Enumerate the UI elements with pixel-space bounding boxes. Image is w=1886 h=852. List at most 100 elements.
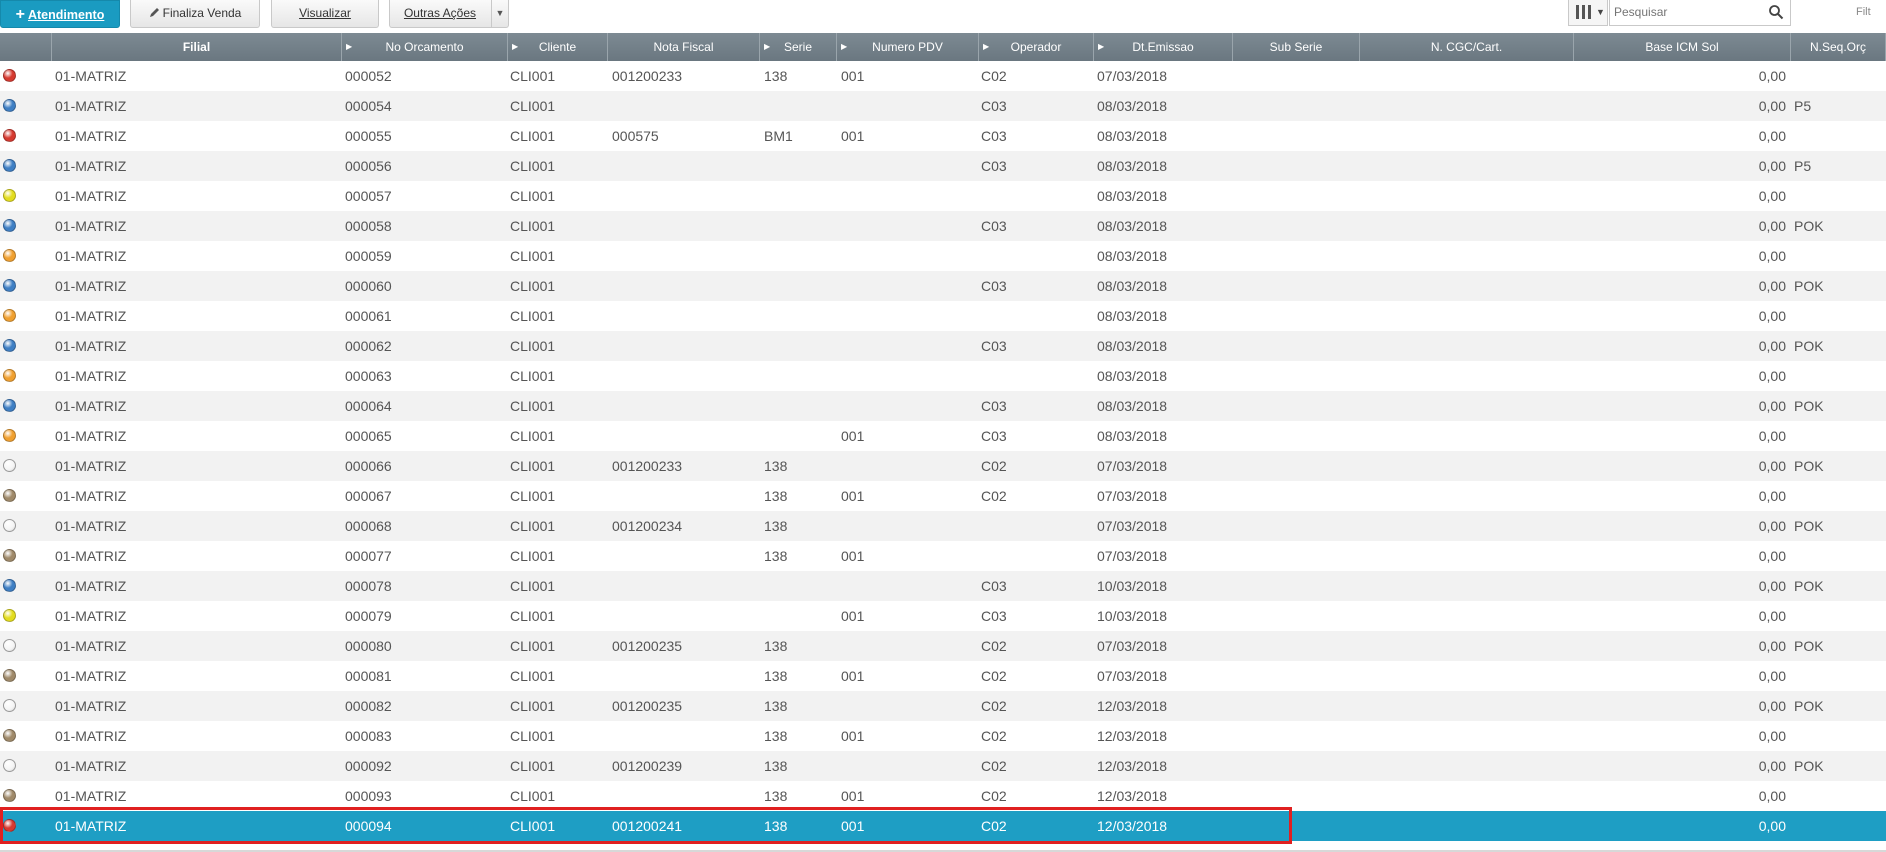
cell-pdv: 001 — [841, 68, 865, 84]
cell-base: 0,00 — [1758, 818, 1786, 834]
table-row[interactable]: 01-MATRIZ 000081 CLI001 138 001 C02 07/03/2018… — [0, 661, 1886, 691]
cell-operador: C02 — [981, 668, 1007, 684]
cell-base: 0,00 — [1758, 698, 1786, 714]
header-n-seq-orc[interactable]: N.Seq.Orç — [1791, 33, 1886, 61]
header-filial[interactable]: Filial — [52, 33, 342, 61]
header-label: Numero PDV — [872, 40, 943, 54]
cell-seq: POK — [1794, 638, 1824, 654]
cell-seq: POK — [1794, 578, 1824, 594]
finaliza-venda-button[interactable]: Finaliza Venda — [130, 0, 260, 28]
table-row[interactable]: 01-MATRIZ 000078 CLI001 C03 10/03/2018 0,00 PO… — [0, 571, 1886, 601]
cell-nota: 001200239 — [612, 758, 683, 774]
column-chooser-button[interactable]: ▼ — [1568, 0, 1608, 26]
visualizar-button[interactable]: Visualizar — [271, 0, 379, 28]
table-row[interactable]: 01-MATRIZ 000065 CLI001 001 C03 08/03/2018 0,0… — [0, 421, 1886, 451]
cell-pdv: 001 — [841, 428, 865, 444]
status-blue-icon — [3, 159, 16, 172]
cell-orcamento: 000056 — [345, 158, 392, 174]
cell-emissao: 08/03/2018 — [1097, 98, 1168, 114]
toolbar: + Atendimento Finaliza Venda Visualizar O… — [0, 0, 1886, 28]
table-row[interactable]: 01-MATRIZ 000082 CLI001 001200235 138 C02 12/0… — [0, 691, 1886, 721]
cell-base: 0,00 — [1758, 338, 1786, 354]
cell-base: 0,00 — [1758, 68, 1786, 84]
cell-filial: 01-MATRIZ — [55, 608, 127, 624]
table-row[interactable]: 01-MATRIZ 000079 CLI001 001 C03 10/03/2018 0,0… — [0, 601, 1886, 631]
header-no-orcamento[interactable]: ▶ No Orcamento — [342, 33, 508, 61]
cell-base: 0,00 — [1758, 128, 1786, 144]
outras-acoes-button[interactable]: Outras Ações ▼ — [389, 0, 509, 28]
cell-pdv: 001 — [841, 128, 865, 144]
table-row[interactable]: 01-MATRIZ 000060 CLI001 C03 08/03/2018 0,00 PO… — [0, 271, 1886, 301]
header-cgc-cart[interactable]: N. CGC/Cart. — [1360, 33, 1574, 61]
table-row[interactable]: 01-MATRIZ 000067 CLI001 138 001 C02 07/03/2018… — [0, 481, 1886, 511]
header-cliente[interactable]: ▶ Cliente — [508, 33, 608, 61]
table-row[interactable]: 01-MATRIZ 000094 CLI001 001200241 138 001 C02 1… — [0, 811, 1886, 841]
table-row[interactable]: 01-MATRIZ 000059 CLI001 08/03/2018 0,00 — [0, 241, 1886, 271]
table-row[interactable]: 01-MATRIZ 000066 CLI001 001200233 138 C02 07/0… — [0, 451, 1886, 481]
cell-operador: C03 — [981, 128, 1007, 144]
table-row[interactable]: 01-MATRIZ 000056 CLI001 C03 08/03/2018 0,00 P5 — [0, 151, 1886, 181]
header-status[interactable] — [0, 33, 52, 61]
cell-filial: 01-MATRIZ — [55, 788, 127, 804]
cell-base: 0,00 — [1758, 488, 1786, 504]
status-blue-icon — [3, 399, 16, 412]
cell-operador: C02 — [981, 638, 1007, 654]
cell-orcamento: 000077 — [345, 548, 392, 564]
cell-orcamento: 000092 — [345, 758, 392, 774]
cell-serie: 138 — [764, 68, 788, 84]
table-row[interactable]: 01-MATRIZ 000092 CLI001 001200239 138 C02 12/0… — [0, 751, 1886, 781]
header-sub-serie[interactable]: Sub Serie — [1233, 33, 1360, 61]
cell-pdv: 001 — [841, 548, 865, 564]
header-numero-pdv[interactable]: ▶ Numero PDV — [837, 33, 979, 61]
table-row[interactable]: 01-MATRIZ 000068 CLI001 001200234 138 07/03/2… — [0, 511, 1886, 541]
filter-label[interactable]: Filt — [1856, 6, 1871, 18]
header-nota-fiscal[interactable]: Nota Fiscal — [608, 33, 760, 61]
cell-emissao: 10/03/2018 — [1097, 578, 1168, 594]
cell-orcamento: 000094 — [345, 818, 392, 834]
table-row[interactable]: 01-MATRIZ 000062 CLI001 C03 08/03/2018 0,00 PO… — [0, 331, 1886, 361]
status-white-icon — [3, 459, 16, 472]
table-row[interactable]: 01-MATRIZ 000083 CLI001 138 001 C02 12/03/2018… — [0, 721, 1886, 751]
header-base-icm-sol[interactable]: Base ICM Sol — [1574, 33, 1791, 61]
table-row[interactable]: 01-MATRIZ 000058 CLI001 C03 08/03/2018 0,00 PO… — [0, 211, 1886, 241]
table-row[interactable]: 01-MATRIZ 000064 CLI001 C03 08/03/2018 0,00 PO… — [0, 391, 1886, 421]
cell-orcamento: 000060 — [345, 278, 392, 294]
atendimento-button[interactable]: + Atendimento — [0, 0, 120, 28]
table-row[interactable]: 01-MATRIZ 000052 CLI001 001200233 138 001 C02 0… — [0, 61, 1886, 91]
table-row[interactable]: 01-MATRIZ 000077 CLI001 138 001 07/03/2018 0,0… — [0, 541, 1886, 571]
cell-cliente: CLI001 — [510, 338, 556, 354]
chevron-down-icon[interactable]: ▼ — [491, 0, 508, 27]
table-row[interactable]: 01-MATRIZ 000063 CLI001 08/03/2018 0,00 — [0, 361, 1886, 391]
status-yellow-icon — [3, 189, 16, 202]
cell-operador: C03 — [981, 338, 1007, 354]
cell-filial: 01-MATRIZ — [55, 278, 127, 294]
cell-orcamento: 000058 — [345, 218, 392, 234]
cell-emissao: 08/03/2018 — [1097, 428, 1168, 444]
table-row[interactable]: 01-MATRIZ 000055 CLI001 000575 BM1 001 C03 08/0… — [0, 121, 1886, 151]
header-operador[interactable]: ▶ Operador — [979, 33, 1094, 61]
search-input[interactable] — [1614, 3, 1764, 21]
table-row[interactable]: 01-MATRIZ 000054 CLI001 C03 08/03/2018 0,00 P5 — [0, 91, 1886, 121]
cell-filial: 01-MATRIZ — [55, 188, 127, 204]
header-serie[interactable]: ▶ Serie — [760, 33, 837, 61]
cell-cliente: CLI001 — [510, 638, 556, 654]
table-row[interactable]: 01-MATRIZ 000061 CLI001 08/03/2018 0,00 — [0, 301, 1886, 331]
cell-cliente: CLI001 — [510, 668, 556, 684]
cell-base: 0,00 — [1758, 428, 1786, 444]
table-row[interactable]: 01-MATRIZ 000057 CLI001 08/03/2018 0,00 — [0, 181, 1886, 211]
search-icon[interactable] — [1768, 4, 1784, 20]
table-row[interactable]: 01-MATRIZ 000093 CLI001 138 001 C02 12/03/2018… — [0, 781, 1886, 811]
cell-cliente: CLI001 — [510, 248, 556, 264]
table-row[interactable]: 01-MATRIZ 000080 CLI001 001200235 138 C02 07/0… — [0, 631, 1886, 661]
cell-base: 0,00 — [1758, 188, 1786, 204]
cell-seq: POK — [1794, 398, 1824, 414]
cell-filial: 01-MATRIZ — [55, 428, 127, 444]
cell-cliente: CLI001 — [510, 758, 556, 774]
cell-serie: 138 — [764, 488, 788, 504]
cell-filial: 01-MATRIZ — [55, 248, 127, 264]
header-dt-emissao[interactable]: ▶ Dt.Emissao — [1094, 33, 1233, 61]
cell-cliente: CLI001 — [510, 428, 556, 444]
cell-cliente: CLI001 — [510, 308, 556, 324]
cell-filial: 01-MATRIZ — [55, 818, 127, 834]
cell-orcamento: 000079 — [345, 608, 392, 624]
